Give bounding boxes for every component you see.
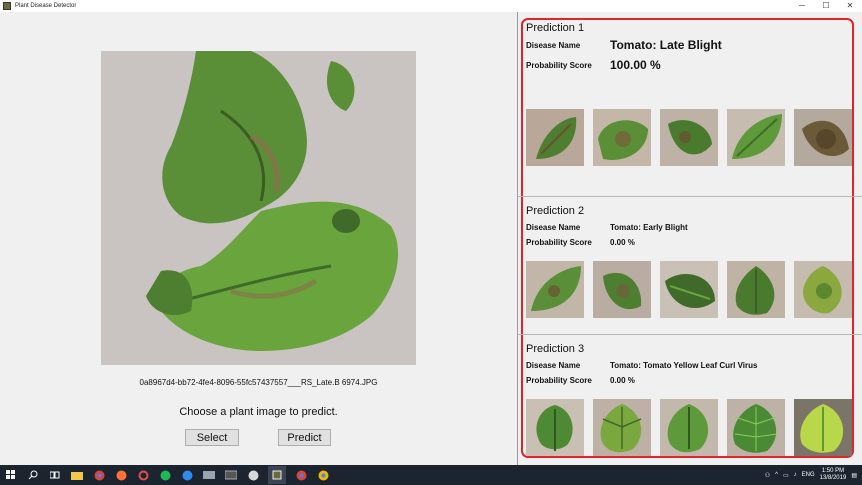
prediction-title: Prediction 1: [526, 22, 585, 34]
window-title: Plant Disease Detector: [15, 3, 77, 9]
probability-label: Probability Score: [526, 61, 592, 70]
prediction-3: Prediction 3 Disease Name Tomato: Tomato…: [518, 335, 862, 465]
probability-value: 0.00 %: [610, 376, 635, 385]
explorer-icon[interactable]: [202, 468, 216, 482]
people-icon[interactable]: ⚇: [765, 472, 770, 479]
results-pane: Prediction 1 Disease Name Tomato: Late B…: [518, 12, 862, 465]
chrome-icon[interactable]: [316, 468, 330, 482]
example-leaf-image: [727, 261, 785, 318]
left-pane: 0a8967d4-bb72-4fe4-8096-55fc57437557___R…: [0, 12, 517, 465]
prediction-title: Prediction 3: [526, 343, 585, 355]
example-leaf-image: [660, 109, 718, 166]
example-thumbnails: [526, 109, 852, 166]
minimize-button[interactable]: ─: [790, 0, 814, 12]
disease-name-label: Disease Name: [526, 361, 581, 370]
taskbar: ⚇ ^ ▭ ♪ ENG 1:50 PM 13/8/2019 ▤: [0, 465, 862, 485]
clock-date: 13/8/2019: [819, 475, 847, 481]
windows-icon[interactable]: [4, 468, 18, 482]
spotify-icon[interactable]: [158, 468, 172, 482]
example-leaf-image: [794, 261, 852, 318]
disease-name-value: Tomato: Tomato Yellow Leaf Curl Virus: [610, 361, 758, 370]
example-leaf-image: [526, 261, 584, 318]
settings-icon[interactable]: [136, 468, 150, 482]
firefox-icon[interactable]: [114, 468, 128, 482]
probability-label: Probability Score: [526, 376, 592, 385]
example-leaf-image: [660, 261, 718, 318]
python-icon[interactable]: [246, 468, 260, 482]
language-indicator[interactable]: ENG: [802, 472, 815, 478]
notification-icon[interactable]: ▤: [851, 472, 857, 479]
file-explorer-icon[interactable]: [70, 468, 84, 482]
network-icon[interactable]: ▭: [783, 472, 789, 479]
example-leaf-image: [593, 109, 651, 166]
chrome-icon[interactable]: [294, 468, 308, 482]
disease-name-label: Disease Name: [526, 223, 581, 232]
chevron-up-icon[interactable]: ^: [775, 472, 778, 478]
window-controls: ─ ☐ ✕: [790, 0, 862, 12]
example-leaf-image: [526, 399, 584, 456]
probability-value: 0.00 %: [610, 238, 635, 247]
example-thumbnails: [526, 399, 852, 456]
example-thumbnails: [526, 261, 852, 318]
probability-value: 100.00 %: [610, 58, 661, 72]
maximize-button[interactable]: ☐: [814, 0, 838, 12]
disease-name-label: Disease Name: [526, 41, 581, 50]
close-button[interactable]: ✕: [838, 0, 862, 12]
app-icon[interactable]: [180, 468, 194, 482]
volume-icon[interactable]: ♪: [794, 472, 797, 478]
example-leaf-image: [593, 399, 651, 456]
terminal-icon[interactable]: [224, 468, 238, 482]
clock-time: 1:50 PM: [821, 468, 845, 474]
example-leaf-image: [526, 109, 584, 166]
chrome-icon[interactable]: [92, 468, 106, 482]
prediction-1: Prediction 1 Disease Name Tomato: Late B…: [518, 12, 862, 196]
app-icon: [3, 2, 11, 10]
selected-leaf-image: [101, 51, 416, 365]
instruction-text: Choose a plant image to predict.: [179, 406, 338, 418]
filename-label: 0a8967d4-bb72-4fe4-8096-55fc57437557___R…: [139, 378, 378, 387]
prediction-title: Prediction 2: [526, 205, 585, 217]
title-bar: Plant Disease Detector ─ ☐ ✕: [0, 0, 862, 12]
example-leaf-image: [794, 109, 852, 166]
predict-button[interactable]: Predict: [278, 429, 331, 446]
task-view-icon[interactable]: [48, 468, 62, 482]
probability-label: Probability Score: [526, 238, 592, 247]
select-button[interactable]: Select: [185, 429, 239, 446]
prediction-2: Prediction 2 Disease Name Tomato: Early …: [518, 197, 862, 334]
system-tray: ⚇ ^ ▭ ♪ ENG 1:50 PM 13/8/2019 ▤: [765, 465, 862, 485]
example-leaf-image: [794, 399, 852, 456]
disease-name-value: Tomato: Late Blight: [610, 38, 722, 52]
example-leaf-image: [593, 261, 651, 318]
disease-name-value: Tomato: Early Blight: [610, 223, 688, 232]
plant-app-icon[interactable]: [268, 466, 286, 484]
example-leaf-image: [727, 109, 785, 166]
example-leaf-image: [660, 399, 718, 456]
clock[interactable]: 1:50 PM 13/8/2019: [820, 468, 847, 482]
search-icon[interactable]: [26, 468, 40, 482]
example-leaf-image: [727, 399, 785, 456]
